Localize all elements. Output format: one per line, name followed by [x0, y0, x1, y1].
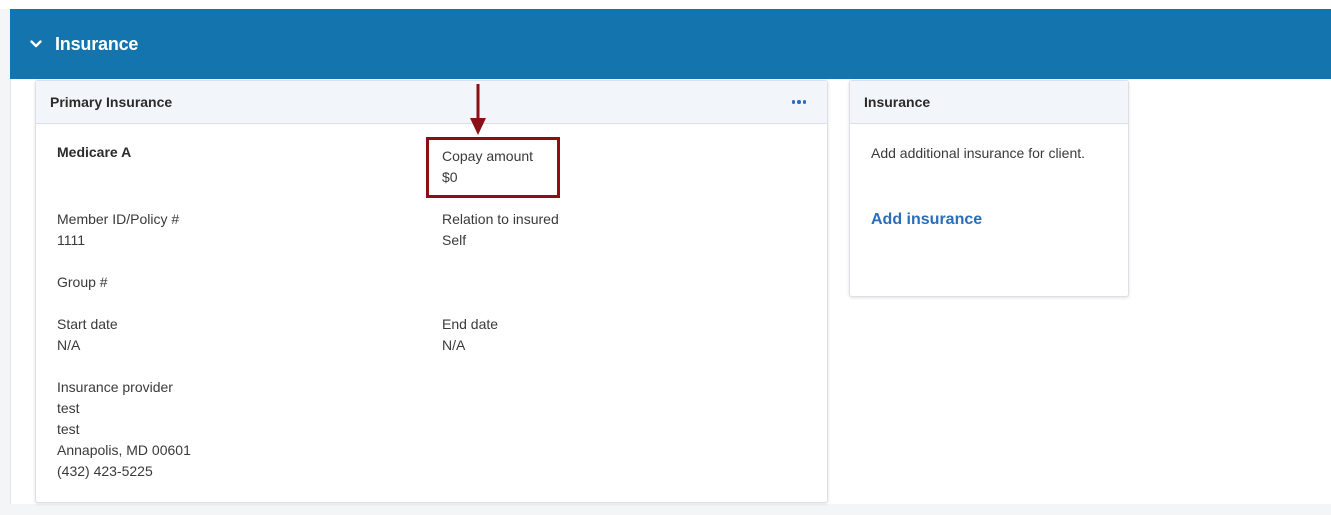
copay-label: Copay amount — [442, 148, 534, 164]
start-date-label: Start date — [57, 316, 118, 332]
provider-phone: (432) 423-5225 — [57, 463, 153, 479]
left-gutter — [0, 9, 11, 504]
add-insurance-card: Insurance Add additional insurance for c… — [849, 80, 1129, 297]
provider-address: Annapolis, MD 00601 — [57, 442, 191, 458]
more-horizontal-icon — [791, 100, 795, 104]
copay-value: $0 — [442, 169, 458, 185]
start-date-value: N/A — [57, 337, 81, 353]
provider-label: Insurance provider — [57, 379, 173, 395]
end-date-field: End date N/A — [442, 314, 498, 356]
relation-value: Self — [442, 232, 467, 248]
top-spacer — [0, 0, 1331, 9]
insurance-page: Insurance Primary Insurance Medicare A C… — [0, 0, 1331, 515]
primary-insurance-card: Primary Insurance Medicare A Copay amoun… — [35, 80, 828, 503]
group-label: Group # — [57, 274, 108, 290]
member-id-label: Member ID/Policy # — [57, 211, 180, 227]
card-title: Insurance — [864, 94, 931, 110]
plan-name: Medicare A — [57, 144, 132, 160]
primary-insurance-card-header: Primary Insurance — [36, 81, 827, 124]
more-dot — [797, 100, 801, 104]
card-title: Primary Insurance — [50, 94, 173, 110]
end-date-label: End date — [442, 316, 499, 332]
section-title: Insurance — [55, 33, 139, 54]
group-field: Group # — [57, 272, 108, 293]
end-date-value: N/A — [442, 337, 466, 353]
relation-label: Relation to insured — [442, 211, 559, 227]
add-insurance-description: Add additional insurance for client. — [871, 145, 1086, 161]
bottom-gutter — [0, 504, 1331, 515]
insurance-section-header[interactable]: Insurance — [10, 9, 1331, 79]
chevron-down-icon[interactable] — [29, 37, 43, 51]
member-id-value: 1111 — [57, 232, 86, 248]
provider-line: test — [57, 421, 80, 437]
copay-field: Copay amount $0 — [442, 146, 533, 188]
add-insurance-link[interactable]: Add insurance — [871, 211, 982, 229]
more-dot — [802, 100, 806, 104]
member-id-field: Member ID/Policy # 1111 — [57, 209, 179, 251]
start-date-field: Start date N/A — [57, 314, 118, 356]
more-options-button[interactable] — [788, 96, 811, 108]
relation-field: Relation to insured Self — [442, 209, 559, 251]
insurance-provider-field: Insurance provider test test Annapolis, … — [57, 377, 191, 482]
add-insurance-card-header: Insurance — [850, 81, 1128, 124]
provider-line: test — [57, 400, 80, 416]
